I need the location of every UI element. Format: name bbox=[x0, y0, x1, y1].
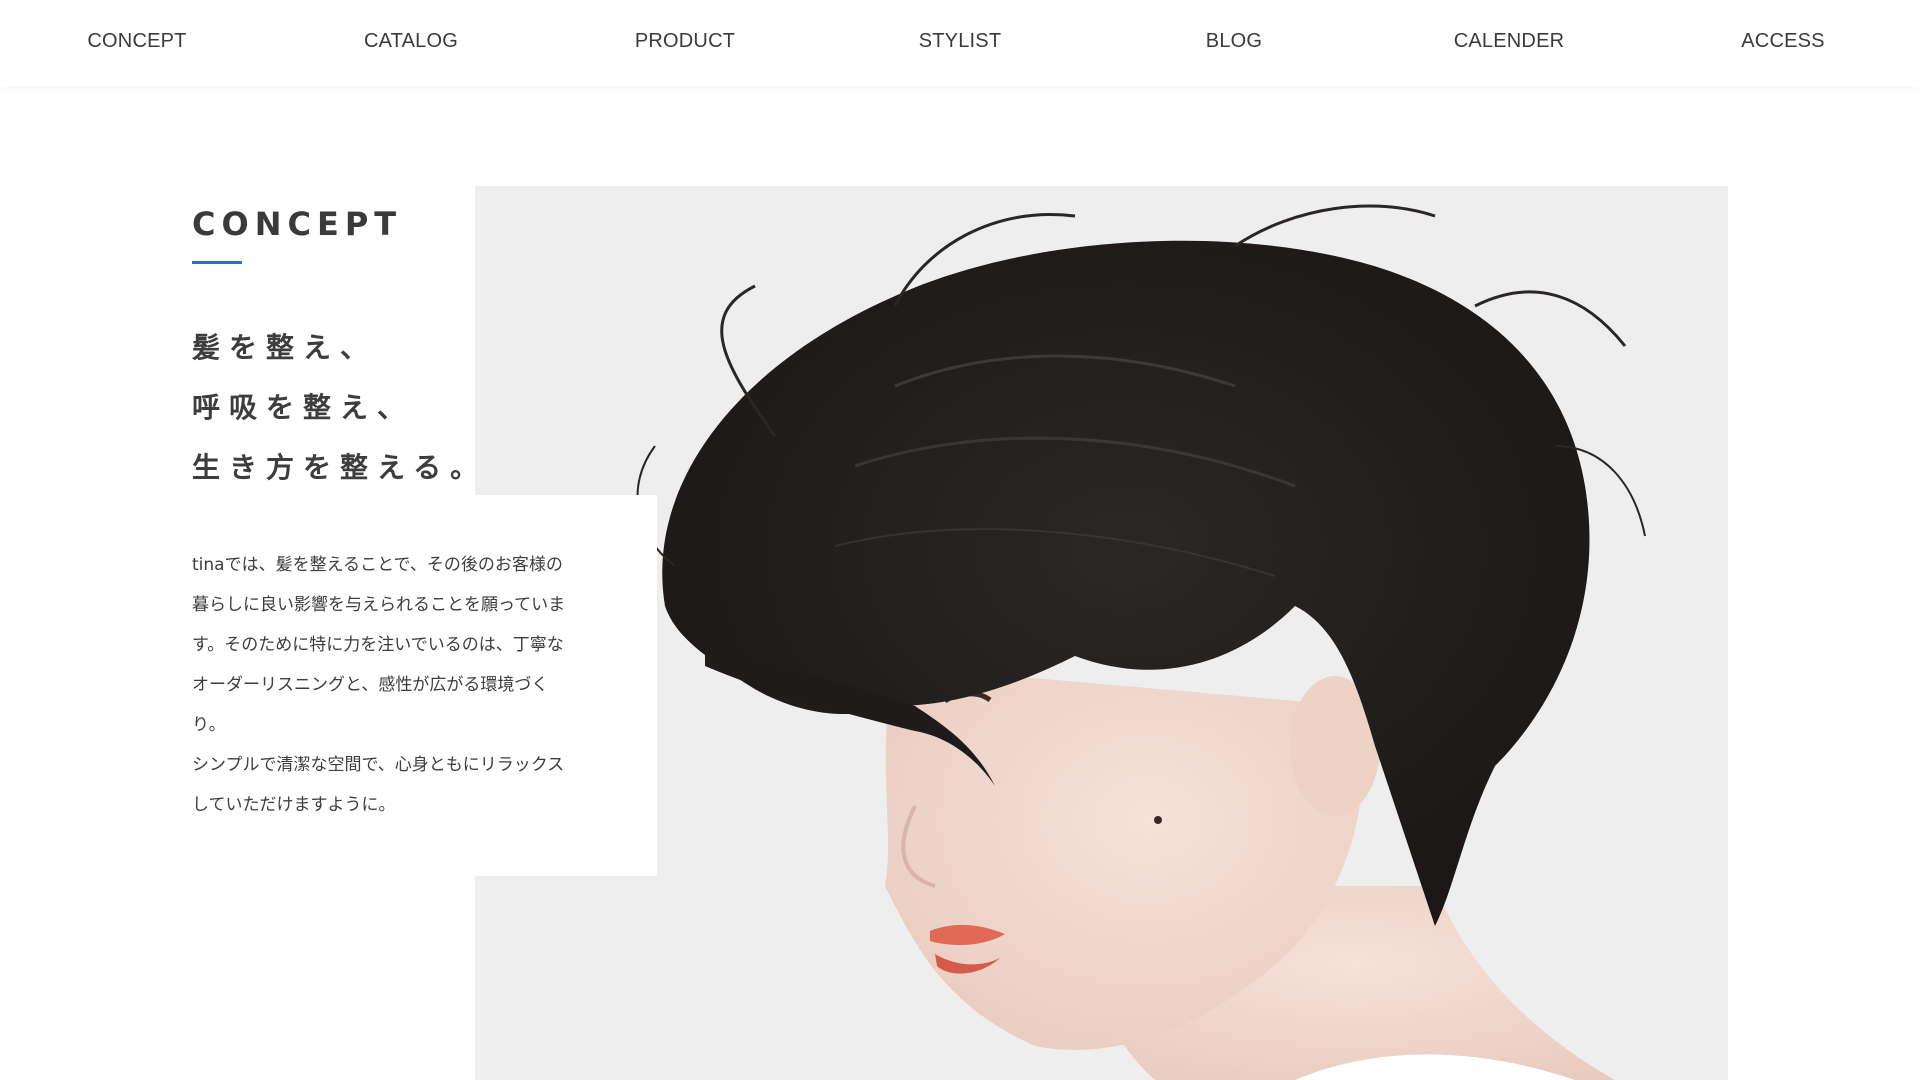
catchphrase-line: 生き方を整える。 bbox=[192, 451, 488, 484]
description-line: オーダーリスニングと、感性が広がる環境づく bbox=[192, 675, 549, 695]
nav-item-product[interactable]: PRODUCT bbox=[575, 30, 795, 53]
description-line: していただけますように。 bbox=[192, 795, 396, 815]
nav-item-stylist[interactable]: STYLIST bbox=[850, 30, 1070, 53]
catchphrase-line: 呼吸を整え、 bbox=[192, 391, 415, 424]
catchphrase-line: 髪を整え、 bbox=[192, 331, 378, 364]
description-line: 暮らしに良い影響を与えられることを願っていま bbox=[192, 595, 566, 615]
nav-item-catalog[interactable]: CATALOG bbox=[301, 30, 521, 53]
description-line: り。 bbox=[192, 715, 226, 735]
title-underline bbox=[192, 261, 242, 264]
section-title: CONCEPT bbox=[192, 205, 403, 243]
hero-portrait-photo bbox=[475, 186, 1728, 1080]
nav-item-blog[interactable]: BLOG bbox=[1124, 30, 1344, 53]
top-navigation: CONCEPT CATALOG PRODUCT STYLIST BLOG CAL… bbox=[0, 0, 1920, 86]
nav-item-access[interactable]: ACCESS bbox=[1673, 30, 1893, 53]
catchphrase: 髪を整え、 呼吸を整え、 生き方を整える。 bbox=[192, 318, 492, 498]
portrait-photo-icon bbox=[475, 186, 1728, 1080]
concept-description: tinaでは、髪を整えることで、その後のお客様の 暮らしに良い影響を与えられるこ… bbox=[192, 545, 592, 825]
description-line: す。そのために特に力を注いでいるのは、丁寧な bbox=[192, 635, 564, 655]
nav-item-concept[interactable]: CONCEPT bbox=[27, 30, 247, 53]
nav-item-calender[interactable]: CALENDER bbox=[1399, 30, 1619, 53]
description-line: シンプルで清潔な空間で、心身ともにリラックス bbox=[192, 755, 565, 775]
description-line: tinaでは、髪を整えることで、その後のお客様の bbox=[192, 555, 563, 575]
